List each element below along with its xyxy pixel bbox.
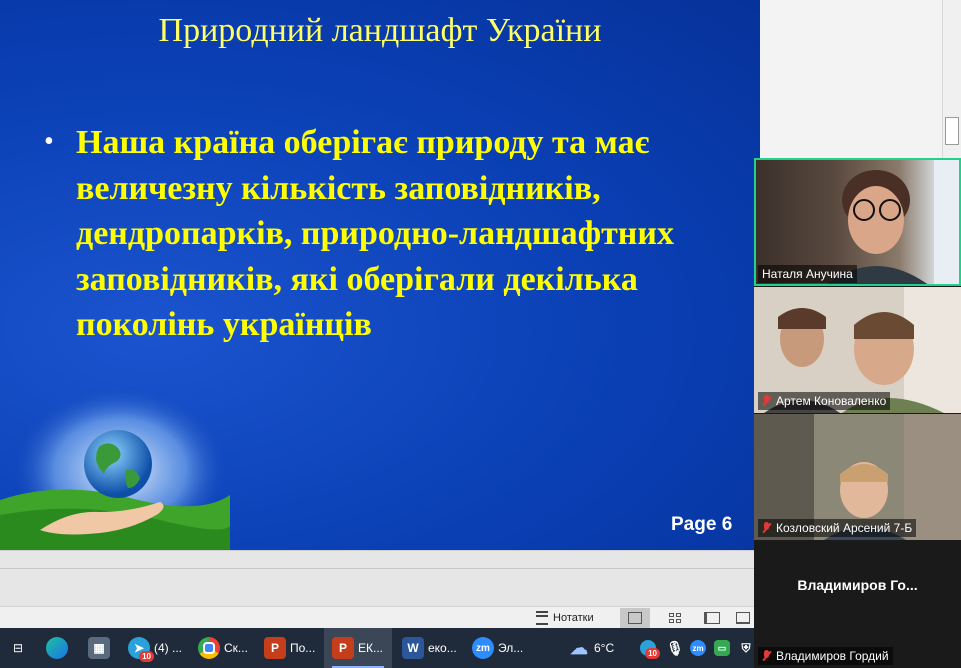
slide-sorter-button[interactable] [660, 608, 690, 628]
word-icon: W [402, 637, 424, 659]
cloud-icon: ☁ [570, 637, 588, 658]
taskbar-task-view[interactable]: ⊟ [0, 628, 32, 668]
tray-item[interactable]: 10 [638, 628, 662, 668]
video-panel: Наталя Анучина Артем Коноваленко Козловс… [754, 158, 961, 668]
microphone-icon: 🎙 [666, 639, 684, 656]
muted-mic-icon [762, 650, 771, 662]
tray-badge: 10 [645, 648, 660, 659]
taskbar-zoom[interactable]: zm Эл... [464, 628, 532, 668]
page-number: Page 6 [671, 514, 733, 535]
participant-display-name: Владимиров Го... [797, 577, 918, 593]
chrome-icon [198, 637, 220, 659]
slide-title: Природний ландшафт України [158, 12, 602, 49]
taskbar-label-chrome: Ск... [224, 641, 248, 655]
slide-canvas[interactable]: Природний ландшафт України • Наша країна… [0, 0, 760, 550]
taskbar-label-zoom: Эл... [498, 641, 524, 655]
tray-mic[interactable]: 🎙 [664, 628, 686, 668]
taskbar-powerpoint-2[interactable]: P ЕК... [324, 628, 392, 668]
app-tray-icon: ▭ [714, 640, 730, 656]
normal-view-icon [628, 612, 642, 624]
slideshow-button[interactable] [731, 608, 755, 628]
notes-icon [536, 611, 548, 625]
taskbar-telegram[interactable]: ➤ 10 (4) ... [120, 628, 190, 668]
calculator-icon: ▦ [88, 637, 110, 659]
tray-security[interactable]: ⛨ [736, 628, 756, 668]
slide-bullet: • Наша країна оберігає природу та має ве… [44, 120, 724, 348]
telegram-badge: 10 [139, 651, 154, 662]
taskbar-word[interactable]: W еко... [394, 628, 462, 668]
muted-mic-icon [762, 395, 771, 407]
notes-divider [0, 568, 755, 569]
weather-widget[interactable]: ☁ 6°C [560, 628, 630, 668]
taskbar-edge[interactable] [38, 628, 78, 668]
participant-tile[interactable]: Владимиров Го... Владимиров Гордий [754, 541, 961, 668]
powerpoint-icon: P [332, 637, 354, 659]
zoom-icon: zm [472, 637, 494, 659]
bullet-text: Наша країна оберігає природу та має вели… [76, 124, 674, 343]
participant-name-tag: Владимиров Гордий [758, 647, 893, 665]
taskbar-label-word: еко... [428, 641, 457, 655]
participant-name-tag: Артем Коноваленко [758, 392, 891, 410]
participant-name-tag: Наталя Анучина [758, 265, 857, 283]
reading-view-button[interactable] [697, 608, 727, 628]
shield-icon: ⛨ [741, 640, 751, 655]
participant-tile[interactable]: Козловский Арсений 7-Б [754, 414, 961, 540]
notes-pane[interactable] [0, 550, 755, 609]
taskbar-label-telegram: (4) ... [154, 641, 183, 655]
participant-name-tag: Козловский Арсений 7-Б [758, 519, 917, 537]
participant-name: Наталя Анучина [762, 267, 853, 281]
notes-button[interactable]: Нотатки [536, 609, 594, 627]
normal-view-button[interactable] [620, 608, 650, 628]
participant-tile[interactable]: Артем Коноваленко [754, 287, 961, 413]
tray-app[interactable]: ▭ [712, 628, 734, 668]
globe-in-hand-image [0, 385, 230, 550]
telegram-icon: ➤ 10 [128, 637, 154, 662]
vertical-scrollbar[interactable] [942, 0, 961, 160]
status-bar: Нотатки [0, 606, 755, 629]
participant-name: Козловский Арсений 7-Б [776, 521, 913, 535]
participant-name: Артем Коноваленко [776, 394, 887, 408]
scrollbar-thumb[interactable] [945, 117, 959, 145]
tray-zoom[interactable]: zm [688, 628, 710, 668]
taskbar-label-powerpoint-2: ЕК... [358, 641, 383, 655]
taskbar-chrome[interactable]: Ск... [190, 628, 254, 668]
slideshow-icon [736, 612, 750, 624]
participant-name: Владимиров Гордий [776, 649, 889, 663]
task-view-icon: ⊟ [12, 641, 24, 655]
notes-label: Нотатки [553, 612, 594, 624]
taskbar-calculator[interactable]: ▦ [80, 628, 118, 668]
telegram-tray-icon: 10 [640, 640, 660, 659]
muted-mic-icon [762, 522, 771, 534]
reading-view-icon [704, 612, 720, 624]
participant-tile[interactable]: Наталя Анучина [754, 158, 961, 286]
slide-scroll-area [760, 0, 961, 160]
slide-sorter-icon [669, 613, 681, 623]
zoom-tray-icon: zm [690, 640, 706, 656]
powerpoint-icon: P [264, 637, 286, 659]
taskbar-powerpoint-1[interactable]: P По... [256, 628, 322, 668]
taskbar-label-powerpoint-1: По... [290, 641, 316, 655]
edge-icon [46, 637, 68, 659]
bullet-marker: • [44, 126, 54, 157]
weather-temp: 6°C [594, 641, 615, 655]
